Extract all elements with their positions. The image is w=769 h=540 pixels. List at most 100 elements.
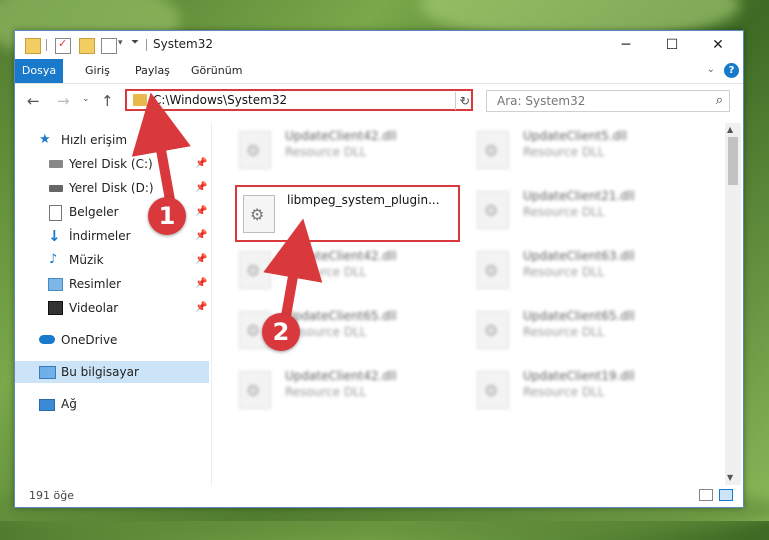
file-tile[interactable]: UpdateClient65.dll Resource DLL [477,305,707,357]
sidebar-item-label: İndirmeler [69,229,131,243]
file-type: Resource DLL [285,145,367,159]
dll-file-icon [477,191,509,229]
large-icons-view-icon[interactable] [719,489,733,501]
file-name: libmpeg_system_plugin... [287,193,440,207]
network-icon [39,399,55,411]
sidebar-item-onedrive[interactable]: OneDrive [15,329,209,351]
pin-icon: 📌 [195,254,208,265]
file-name: UpdateClient19.dll [523,369,635,383]
forward-arrow-icon[interactable]: → [57,92,70,110]
file-name: UpdateClient42.dll [285,129,397,143]
window-title: System32 [153,37,214,51]
target-file-highlight[interactable]: libmpeg_system_plugin... [235,185,460,242]
file-tile[interactable]: UpdateClient42.dll Resource DLL [239,365,469,417]
dll-file-icon [477,251,509,289]
tab-file[interactable]: Dosya [15,59,63,83]
tab-home[interactable]: Giriş [75,59,120,83]
pin-icon: 📌 [195,278,208,289]
file-type: Resource DLL [523,205,605,219]
file-name: UpdateClient42.dll [285,249,397,263]
pin-icon: 📌 [195,158,208,169]
title-bar: ✓ ▾ ⏷ System32 ─ ☐ ✕ [15,31,743,59]
sidebar-item-this-pc[interactable]: Bu bilgisayar [15,361,209,383]
dll-file-icon [239,371,271,409]
folder-icon [25,38,41,54]
sidebar-item-quick-access[interactable]: ★ Hızlı erişim [15,129,209,151]
dll-file-icon [243,195,275,233]
recent-locations-chevron-icon[interactable]: ⌄ [82,94,90,104]
sidebar-item-label: Yerel Disk (D:) [69,181,154,195]
sidebar-item-label: Hızlı erişim [61,133,128,147]
file-tile[interactable]: UpdateClient5.dll Resource DLL [477,125,707,177]
search-icon: ⌕ [715,93,723,108]
dll-file-icon [239,251,271,289]
quick-access-dropdown-icon[interactable]: ⏷ [131,37,139,48]
computer-icon [39,366,56,379]
chevron-down-icon[interactable]: ▾ [118,38,123,48]
file-tile[interactable]: UpdateClient19.dll Resource DLL [477,365,707,417]
scroll-up-icon[interactable]: ▲ [727,125,733,134]
sidebar-item-disk-d[interactable]: Yerel Disk (D:) 📌 [15,177,209,199]
sidebar-item-disk-c[interactable]: Yerel Disk (C:) 📌 [15,153,209,175]
music-icon: ♪ [49,252,58,267]
navigation-pane: ★ Hızlı erişim Yerel Disk (C:) 📌 Yerel D… [15,123,212,485]
file-name: UpdateClient65.dll [523,309,635,323]
ribbon-tabs: Dosya Giriş Paylaş Görünüm ⌄ ? [15,59,743,84]
pin-icon: 📌 [195,302,208,313]
maximize-button[interactable]: ☐ [649,31,695,59]
sidebar-item-label: Müzik [69,253,104,267]
up-arrow-icon[interactable]: ↑ [101,92,114,110]
step-1-badge: 1 [148,197,186,235]
expand-ribbon-icon[interactable]: ⌄ [707,64,715,75]
downloads-icon: ↓ [48,227,61,245]
tab-view[interactable]: Görünüm [181,59,252,83]
file-type: Resource DLL [285,385,367,399]
tab-share[interactable]: Paylaş [125,59,180,83]
file-tile[interactable]: UpdateClient42.dll Resource DLL [239,245,469,297]
file-type: Resource DLL [523,385,605,399]
pin-icon: 📌 [195,230,208,241]
sidebar-item-pictures[interactable]: Resimler 📌 [15,273,209,295]
dll-file-icon [239,131,271,169]
file-list: UpdateClient42.dll Resource DLL UpdateCl… [219,123,721,485]
scrollbar-thumb[interactable] [728,137,738,185]
sidebar-item-label: Yerel Disk (C:) [69,157,153,171]
file-type: Resource DLL [523,145,605,159]
sidebar-item-label: Bu bilgisayar [61,365,139,379]
refresh-icon[interactable]: ↻ [455,92,474,110]
search-placeholder: Ara: System32 [497,94,586,108]
file-tile[interactable]: UpdateClient42.dll Resource DLL [239,125,469,177]
videos-icon [48,301,63,315]
close-button[interactable]: ✕ [695,31,741,59]
sidebar-item-videos[interactable]: Videolar 📌 [15,297,209,319]
documents-icon [49,205,62,221]
explorer-window: ✓ ▾ ⏷ System32 ─ ☐ ✕ Dosya Giriş Paylaş … [14,30,744,508]
search-input[interactable]: Ara: System32 ⌕ [486,90,730,112]
file-tile[interactable]: UpdateClient21.dll Resource DLL [477,185,707,237]
address-path: C:\Windows\System32 [153,93,288,107]
scroll-down-icon[interactable]: ▼ [727,473,733,482]
vertical-scrollbar[interactable]: ▲ ▼ [725,123,741,485]
star-icon: ★ [39,132,51,147]
quick-access-customize-icon[interactable] [101,38,117,54]
minimize-button[interactable]: ─ [603,31,649,59]
back-arrow-icon[interactable]: ← [27,92,40,110]
sidebar-item-label: Videolar [69,301,119,315]
address-bar[interactable]: C:\Windows\System32 ⌄ [125,89,473,111]
file-name: UpdateClient21.dll [523,189,635,203]
sidebar-item-network[interactable]: Ağ [15,393,209,415]
sidebar-item-music[interactable]: ♪ Müzik 📌 [15,249,209,271]
new-folder-icon[interactable] [79,38,95,54]
file-name: UpdateClient5.dll [523,129,627,143]
pin-icon: 📌 [195,182,208,193]
sidebar-item-label: Ağ [61,397,77,411]
drive-icon [49,160,63,168]
details-view-icon[interactable] [699,489,713,501]
properties-icon[interactable]: ✓ [55,37,71,54]
file-tile[interactable]: UpdateClient63.dll Resource DLL [477,245,707,297]
file-type: Resource DLL [285,265,367,279]
help-icon[interactable]: ? [724,63,739,78]
file-type: Resource DLL [523,265,605,279]
divider [46,39,47,51]
file-name: UpdateClient63.dll [523,249,635,263]
